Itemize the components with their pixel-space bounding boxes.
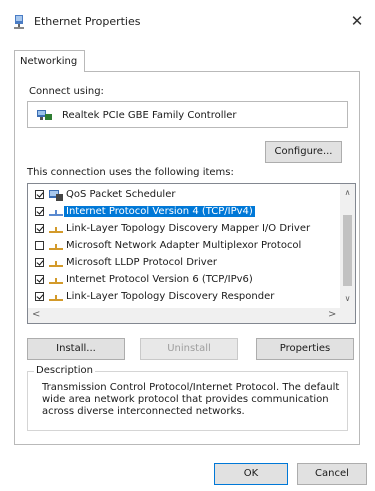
- protocol-icon: [49, 227, 63, 233]
- list-item[interactable]: Microsoft Network Adapter Multiplexor Pr…: [28, 238, 341, 255]
- item-label: Microsoft Network Adapter Multiplexor Pr…: [66, 240, 302, 251]
- item-checkbox[interactable]: [35, 258, 44, 267]
- configure-button[interactable]: Configure...: [265, 141, 342, 163]
- window-title: Ethernet Properties: [34, 15, 141, 28]
- item-checkbox[interactable]: [35, 275, 44, 284]
- item-label: QoS Packet Scheduler: [66, 189, 176, 200]
- scroll-down-icon[interactable]: ∨: [340, 294, 355, 303]
- network-adapter-icon: [14, 15, 24, 29]
- item-checkbox[interactable]: [35, 190, 44, 199]
- item-checkbox[interactable]: [35, 292, 44, 301]
- scroll-up-icon[interactable]: ∧: [340, 188, 355, 197]
- list-item[interactable]: Link-Layer Topology Discovery Responder: [28, 289, 341, 306]
- cancel-button[interactable]: Cancel: [297, 463, 367, 485]
- scheduler-icon: [49, 190, 63, 201]
- horizontal-scrollbar[interactable]: < >: [28, 308, 341, 323]
- properties-button[interactable]: Properties: [256, 338, 354, 360]
- item-checkbox[interactable]: [35, 207, 44, 216]
- scroll-left-icon[interactable]: <: [32, 309, 40, 320]
- item-label: Microsoft LLDP Protocol Driver: [66, 257, 217, 268]
- item-checkbox[interactable]: [35, 224, 44, 233]
- description-title: Description: [34, 365, 95, 376]
- close-button[interactable]: ✕: [345, 9, 369, 33]
- adapter-field: Realtek PCIe GBE Family Controller: [27, 101, 348, 128]
- items-label: This connection uses the following items…: [27, 167, 234, 178]
- title-bar: Ethernet Properties ✕: [0, 0, 375, 40]
- protocol-icon: [49, 261, 63, 267]
- list-item[interactable]: QoS Packet Scheduler: [28, 187, 341, 204]
- uninstall-button[interactable]: Uninstall: [140, 338, 238, 360]
- tab-networking-label: Networking: [20, 56, 78, 67]
- protocol-icon: [49, 210, 63, 216]
- protocol-icon: [49, 244, 63, 250]
- item-label: Link-Layer Topology Discovery Mapper I/O…: [66, 223, 311, 234]
- adapter-name: Realtek PCIe GBE Family Controller: [62, 110, 237, 121]
- install-button[interactable]: Install...: [27, 338, 125, 360]
- item-label: Link-Layer Topology Discovery Responder: [66, 291, 275, 302]
- close-icon: ✕: [350, 12, 364, 30]
- list-item[interactable]: Internet Protocol Version 4 (TCP/IPv4): [28, 204, 341, 221]
- connect-using-label: Connect using:: [29, 86, 104, 97]
- item-checkbox[interactable]: [35, 241, 44, 250]
- vertical-scrollbar[interactable]: ∧ ∨: [340, 184, 355, 308]
- list-item[interactable]: Link-Layer Topology Discovery Mapper I/O…: [28, 221, 341, 238]
- tab-networking[interactable]: Networking: [14, 50, 85, 72]
- item-label: Internet Protocol Version 4 (TCP/IPv4): [64, 206, 255, 217]
- ok-button[interactable]: OK: [214, 463, 288, 485]
- items-list[interactable]: QoS Packet Scheduler Internet Protocol V…: [27, 183, 356, 324]
- item-label: Internet Protocol Version 6 (TCP/IPv6): [66, 274, 253, 285]
- description-text: Transmission Control Protocol/Internet P…: [42, 382, 340, 417]
- protocol-icon: [49, 278, 63, 284]
- scroll-right-icon[interactable]: >: [328, 309, 336, 320]
- network-card-icon: [37, 110, 52, 120]
- list-item[interactable]: Internet Protocol Version 6 (TCP/IPv6): [28, 272, 341, 289]
- scrollbar-thumb[interactable]: [343, 215, 352, 286]
- scrollbar-corner: [340, 308, 355, 323]
- protocol-icon: [49, 295, 63, 301]
- list-item[interactable]: Microsoft LLDP Protocol Driver: [28, 255, 341, 272]
